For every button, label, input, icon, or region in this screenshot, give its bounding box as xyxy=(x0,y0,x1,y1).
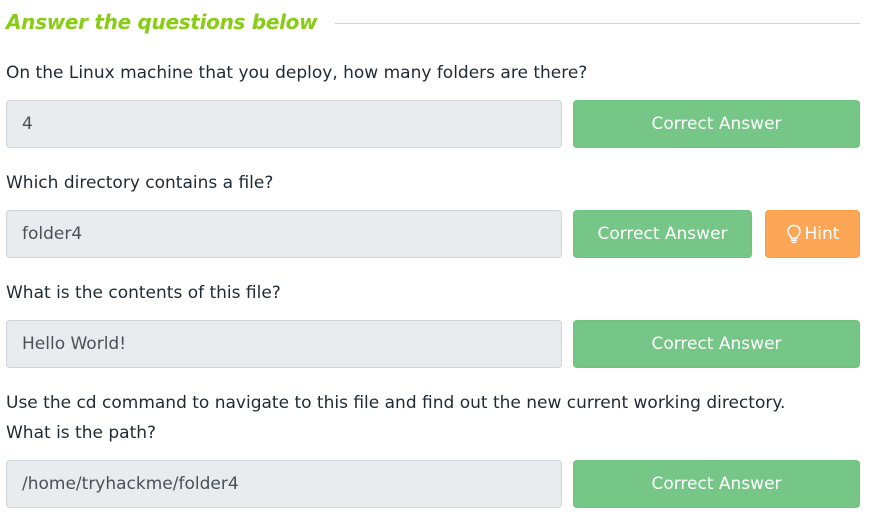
question-4-answer-field[interactable]: /home/tryhackme/folder4 xyxy=(6,460,562,508)
question-1: On the Linux machine that you deploy, ho… xyxy=(6,58,860,150)
question-1-text: On the Linux machine that you deploy, ho… xyxy=(6,63,588,83)
question-3-answer-field[interactable]: Hello World! xyxy=(6,320,562,368)
question-1-answer-row: 4 Correct Answer xyxy=(6,100,860,148)
question-2-text: Which directory contains a file? xyxy=(6,173,274,193)
question-4-answer-row: /home/tryhackme/folder4 Correct Answer xyxy=(6,460,860,508)
lightbulb-icon xyxy=(786,224,801,244)
hint-label: Hint xyxy=(804,224,840,244)
question-4-text-line-2: What is the path? xyxy=(6,423,157,443)
question-3-text: What is the contents of this file? xyxy=(6,283,281,303)
question-4-correct-answer-button[interactable]: Correct Answer xyxy=(573,460,860,508)
question-2-answer-field[interactable]: folder4 xyxy=(6,210,562,258)
question-3-correct-answer-button[interactable]: Correct Answer xyxy=(573,320,860,368)
question-3-answer-row: Hello World! Correct Answer xyxy=(6,320,860,368)
section-title: Answer the questions below xyxy=(6,10,318,34)
question-2-answer-row: folder4 Correct Answer Hint xyxy=(6,210,860,258)
section-header: Answer the questions below xyxy=(6,8,860,36)
question-3: What is the contents of this file? Hello… xyxy=(6,278,860,370)
question-1-correct-answer-button[interactable]: Correct Answer xyxy=(573,100,860,148)
question-1-answer-field[interactable]: 4 xyxy=(6,100,562,148)
question-2-hint-button[interactable]: Hint xyxy=(765,210,860,258)
question-2-correct-answer-button[interactable]: Correct Answer xyxy=(573,210,752,258)
question-4-text-line-1: Use the cd command to navigate to this f… xyxy=(6,393,786,413)
question-2: Which directory contains a file? folder4… xyxy=(6,168,860,260)
header-divider xyxy=(335,22,860,24)
question-4: Use the cd command to navigate to this f… xyxy=(6,388,860,510)
